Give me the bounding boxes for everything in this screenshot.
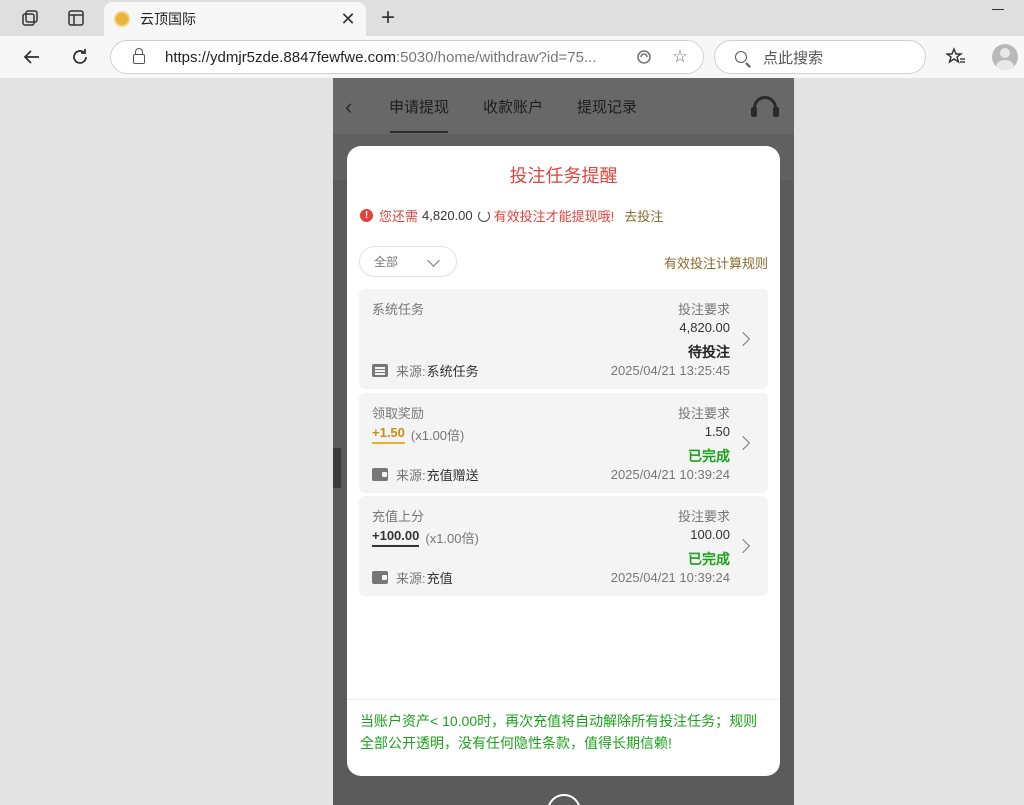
chevron-right-icon[interactable] (735, 331, 751, 347)
background-mark (333, 448, 341, 488)
wallet-icon (372, 571, 388, 584)
warning-suffix: 有效投注才能提现哦! (493, 209, 615, 224)
source-value: 充值赠送 (426, 468, 479, 483)
filter-value: 全部 (374, 255, 399, 269)
home-button-icon[interactable] (547, 794, 581, 805)
browser-tab-bar: 云顶国际 ✕ + (0, 0, 1024, 36)
headset-icon[interactable] (751, 96, 779, 117)
url-text[interactable]: https://ydmjr5zde.8847fewfwe.com:5030/ho… (165, 49, 631, 66)
tab-apply-withdraw[interactable]: 申请提现 (389, 96, 449, 117)
task-time: 2025/04/21 10:39:24 (610, 570, 730, 585)
source-label: 来源: (396, 468, 426, 483)
task-type: 领取奖励 (372, 406, 425, 421)
source-label: 来源: (396, 571, 426, 586)
task-type: 充值上分 (372, 509, 425, 524)
chevron-down-icon (427, 254, 440, 267)
bonus-multiplier: (x1.00倍) (425, 531, 479, 546)
task-bonus: +100.00 (x1.00倍) (372, 528, 479, 547)
minimize-window-button[interactable] (992, 9, 1004, 10)
modal-title: 投注任务提醒 (509, 166, 618, 186)
footer-note: 当账户资产< 10.00时，再次充值将自动解除所有投注任务；规则全部公开透明，没… (360, 713, 758, 751)
task-card[interactable]: 充值上分 +100.00 (x1.00倍) 投注要求 100.00 已完成 来源… (359, 496, 768, 596)
close-tab-icon[interactable]: ✕ (336, 7, 360, 31)
bet-requirement-label: 投注要求 (677, 509, 730, 524)
footer-divider (347, 699, 780, 700)
tab-actions-icon[interactable] (64, 6, 88, 30)
task-time: 2025/04/21 10:39:24 (610, 467, 730, 482)
search-placeholder: 点此搜索 (763, 49, 824, 67)
lock-icon[interactable] (133, 48, 145, 64)
task-bonus: +1.50 (x1.00倍) (372, 425, 464, 444)
bet-requirement-label: 投注要求 (677, 406, 730, 421)
task-time: 2025/04/21 13:25:45 (610, 363, 730, 378)
back-arrow-icon[interactable] (18, 43, 46, 71)
task-status: 待投注 (688, 344, 730, 360)
bet-rules-link[interactable]: 有效投注计算规则 (664, 253, 768, 272)
warning-prefix: 您还需 (379, 209, 419, 224)
task-source: 来源: 充值赠送 (372, 465, 479, 484)
site-favicon (114, 11, 130, 27)
browser-toolbar: https://ydmjr5zde.8847fewfwe.com:5030/ho… (0, 36, 1024, 78)
chevron-right-icon[interactable] (735, 435, 751, 451)
bet-requirement-label: 投注要求 (677, 302, 730, 317)
profile-icon[interactable] (992, 44, 1018, 70)
task-source: 来源: 系统任务 (372, 361, 479, 380)
app-header: ‹ 申请提现 收款账户 提现记录 (333, 78, 794, 134)
task-status: 已完成 (688, 448, 730, 464)
browser-tab-active[interactable]: 云顶国际 ✕ (104, 2, 366, 36)
source-value: 系统任务 (426, 364, 479, 379)
task-type: 系统任务 (372, 302, 425, 317)
tab-payee-account[interactable]: 收款账户 (483, 96, 543, 117)
search-box[interactable]: 点此搜索 (714, 40, 926, 74)
task-filter-select[interactable]: 全部 (359, 246, 457, 277)
task-source: 来源: 充值 (372, 568, 453, 587)
active-tab-indicator (390, 131, 448, 133)
alert-icon: ! (360, 209, 373, 222)
bet-requirement-amount: 1.50 (704, 424, 730, 439)
warning-amount: 4,820.00 (422, 208, 473, 223)
bet-requirement-amount: 4,820.00 (679, 320, 730, 335)
refresh-amount-icon[interactable] (477, 209, 490, 222)
source-value: 充值 (426, 571, 453, 586)
source-label: 来源: (396, 364, 426, 379)
new-tab-button[interactable]: + (374, 4, 402, 32)
warning-row: ! 您还需 4,820.00 有效投注才能提现哦! 去投注 (360, 206, 663, 225)
bonus-amount: +100.00 (372, 528, 420, 547)
favorites-icon[interactable] (942, 43, 970, 71)
wallet-icon (372, 468, 388, 481)
task-card[interactable]: 领取奖励 +1.50 (x1.00倍) 投注要求 1.50 已完成 来源: 充值… (359, 393, 768, 493)
tab-title: 云顶国际 (140, 11, 196, 27)
bet-requirement-amount: 100.00 (690, 527, 730, 542)
bonus-multiplier: (x1.00倍) (410, 428, 465, 443)
read-aloud-icon[interactable] (631, 44, 657, 70)
workspaces-icon[interactable] (18, 6, 42, 30)
chevron-right-icon[interactable] (735, 538, 751, 554)
task-card[interactable]: 系统任务 投注要求 4,820.00 待投注 来源: 系统任务 2025/04/… (359, 289, 768, 389)
tab-withdraw-records[interactable]: 提现记录 (577, 96, 637, 117)
back-chevron-icon[interactable]: ‹ (345, 94, 352, 120)
bet-task-reminder-modal: 投注任务提醒 ! 您还需 4,820.00 有效投注才能提现哦! 去投注 全部 … (347, 146, 780, 776)
task-status: 已完成 (688, 551, 730, 567)
bonus-amount: +1.50 (372, 425, 405, 444)
address-bar[interactable]: https://ydmjr5zde.8847fewfwe.com:5030/ho… (110, 40, 704, 74)
refresh-icon[interactable] (66, 43, 94, 71)
search-icon (735, 51, 747, 63)
star-icon[interactable]: ☆ (667, 44, 693, 70)
list-icon (372, 364, 388, 377)
go-bet-link[interactable]: 去投注 (624, 206, 663, 225)
